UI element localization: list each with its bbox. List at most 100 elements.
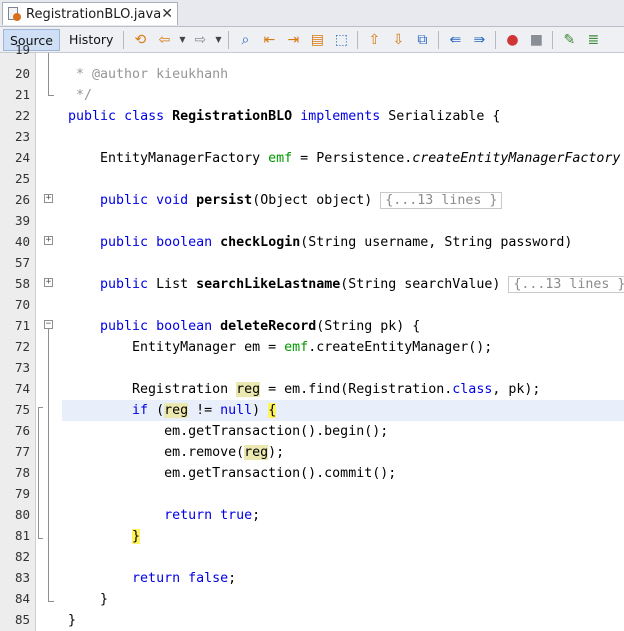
toolbar-separator [123,30,125,49]
last-edit-icon[interactable]: ⟲ [129,30,151,50]
keyword: implements [300,109,381,124]
code-text: ; [228,571,237,586]
expand-fold-icon[interactable]: + [44,194,53,203]
shift-right-icon[interactable]: ⇛ [468,30,490,50]
code-line: public void persist(Object object) {...1… [62,190,624,211]
code-text: ) [252,403,269,418]
collapsed-fold-label[interactable]: {...13 lines } [380,192,503,209]
code-line: Registration reg = em.find(Registration.… [62,379,624,400]
method-name: checkLogin [220,235,301,250]
current-code-line: if (reg != null) { [62,400,624,421]
code-line: EntityManager em = emf.createEntityManag… [62,337,624,358]
code-text: Registration [68,382,237,397]
next-bookmark-icon[interactable]: ⇩ [387,30,409,50]
keyword: public [68,109,117,124]
occurrence-highlight: reg [236,382,261,397]
back-dropdown-icon[interactable]: ▼ [177,30,187,50]
history-button[interactable]: History [63,29,119,51]
forward-dropdown-icon[interactable]: ▼ [213,30,223,50]
code-line: public boolean deleteRecord(String pk) { [62,316,624,337]
find-next-icon[interactable]: ⇥ [282,30,304,50]
occurrence-highlight: reg [164,403,189,418]
back-icon[interactable]: ⇦ [153,30,175,50]
line-number: 81 [14,528,30,543]
find-previous-icon[interactable]: ⇤ [258,30,280,50]
field-name: emf [268,151,293,166]
code-area[interactable]: * * @author kieukhanh */ public class Re… [62,53,624,631]
line-number: 58 [14,276,30,291]
comment-icon[interactable]: ✎ [558,30,580,50]
line-number: 79 [14,486,30,501]
toggle-highlight-icon[interactable]: ▤ [306,30,328,50]
close-tab-icon[interactable]: ✕ [161,6,173,22]
code-line: public class RegistrationBLO implements … [62,106,624,127]
code-text: em.getTransaction().begin(); [68,424,389,439]
class-name: RegistrationBLO [172,109,293,124]
code-line: * @author kieukhanh [62,64,624,85]
start-macro-icon[interactable]: ● [501,30,523,50]
line-number: 73 [14,360,30,375]
code-line: return true; [62,505,624,526]
static-method-call: createEntityManagerFactory [412,151,621,166]
editor-toolbar: Source History ⟲ ⇦ ▼ ⇨ ▼ ⌕ ⇤ ⇥ ▤ ⬚ ⇧ ⇩ ⧉… [0,27,624,53]
keyword: public [100,277,149,292]
keyword: boolean [156,319,213,334]
matched-brace: { [268,403,277,418]
code-line: */ [62,85,624,106]
code-line: em.remove(reg); [62,442,624,463]
line-number: 25 [14,171,30,186]
scope-bracket-end [38,538,43,539]
method-name: persist [196,193,253,208]
comment-text: kieukhanh [148,67,229,82]
keyword: return [132,571,181,586]
keyword: public [100,235,149,250]
code-editor[interactable]: 19 20 21 22 23 24 25 26 39 40 57 58 70 7… [0,42,624,631]
toolbar-separator [228,30,230,49]
line-number: 40 [14,234,30,249]
line-number: 19 [14,42,30,57]
line-number: 70 [14,297,30,312]
keyword: return [164,508,213,523]
javadoc-tag: @author [92,67,149,82]
line-number: 22 [14,108,30,123]
uncomment-icon[interactable]: ≣ [582,30,604,50]
line-number: 85 [14,612,30,627]
line-number: 23 [14,129,30,144]
toggle-rectangular-selection-icon[interactable]: ⬚ [330,30,352,50]
collapsed-fold-label[interactable]: {...13 lines } [508,276,624,293]
code-text: } [68,592,109,607]
java-file-icon [7,7,21,21]
previous-bookmark-icon[interactable]: ⇧ [363,30,385,50]
expand-fold-icon[interactable]: + [44,278,53,287]
code-text: (String pk) { [316,319,421,334]
line-number: 76 [14,423,30,438]
method-name: searchLikeLastname [196,277,341,292]
file-tab[interactable]: RegistrationBLO.java ✕ [2,2,178,25]
keyword: public [100,193,149,208]
line-number: 39 [14,213,30,228]
line-number: 75 [14,402,30,417]
fold-guide-end [48,601,54,602]
code-text: EntityManager em = [68,340,285,355]
collapse-fold-icon[interactable]: − [44,320,53,329]
field-name: emf [284,340,309,355]
expand-fold-icon[interactable]: + [44,236,53,245]
file-tab-title[interactable]: RegistrationBLO.java [26,7,161,22]
toolbar-separator [438,30,440,49]
line-number: 84 [14,591,30,606]
stop-macro-icon[interactable]: ■ [525,30,547,50]
method-name: deleteRecord [220,319,317,334]
code-text: (Object object) [252,193,381,208]
matched-brace: } [132,529,141,544]
fold-guide-line [48,53,49,95]
code-text: } [68,613,77,628]
toolbar-separator [552,30,554,49]
forward-icon[interactable]: ⇨ [189,30,211,50]
comment-text: * [68,53,85,61]
code-text: ); [268,445,285,460]
shift-left-icon[interactable]: ⇚ [444,30,466,50]
toggle-bookmark-icon[interactable]: ⧉ [411,30,433,50]
find-icon[interactable]: ⌕ [234,30,256,50]
toolbar-separator [357,30,359,49]
fold-margin: + + + − [36,53,62,631]
